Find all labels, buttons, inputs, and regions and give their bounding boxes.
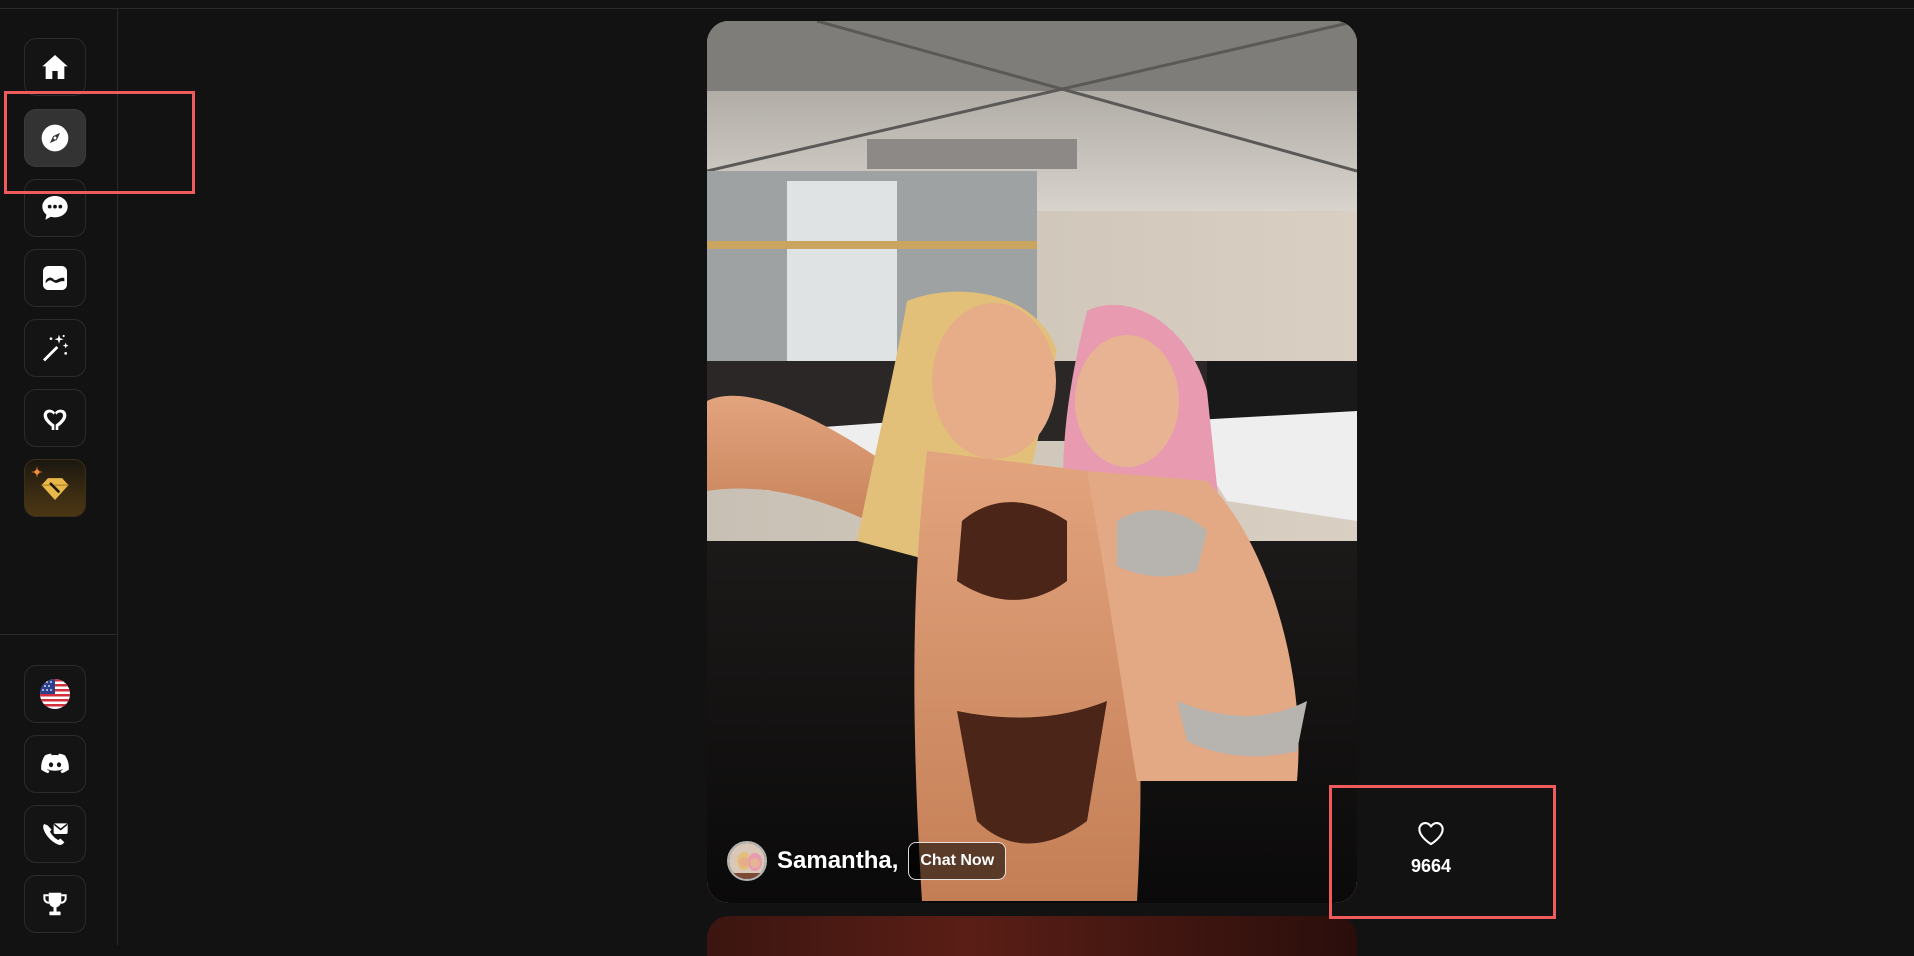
sparkle-icon	[31, 466, 43, 478]
compass-icon	[41, 124, 69, 152]
sidebar-item-generate[interactable]	[24, 319, 86, 377]
sidebar	[0, 9, 118, 945]
avatar-image	[729, 843, 765, 879]
magic-wand-icon	[43, 334, 69, 362]
sidebar-item-my-ai[interactable]	[24, 389, 86, 447]
heart-hands-icon	[43, 409, 67, 430]
sidebar-item-chat[interactable]	[24, 179, 86, 237]
image-icon	[43, 266, 67, 290]
like-control: 9664	[1360, 820, 1502, 877]
character-photo	[707, 21, 1357, 903]
home-icon	[42, 55, 68, 79]
character-card[interactable]: Samantha, Chat Now	[707, 21, 1357, 903]
us-flag-icon	[40, 679, 70, 709]
character-avatar[interactable]	[727, 841, 767, 881]
diamond-icon	[41, 478, 69, 501]
sidebar-item-contact[interactable]	[24, 805, 86, 863]
chat-now-button[interactable]: Chat Now	[908, 842, 1007, 880]
character-name: Samantha,	[777, 847, 899, 874]
discord-icon	[41, 753, 69, 774]
trophy-icon	[43, 892, 67, 916]
next-character-card[interactable]	[707, 916, 1357, 956]
sidebar-item-discord[interactable]	[24, 735, 86, 793]
sidebar-item-language[interactable]	[24, 665, 86, 723]
heart-outline-icon[interactable]	[1417, 820, 1445, 846]
sidebar-divider	[0, 634, 117, 635]
sidebar-item-premium[interactable]	[24, 459, 86, 517]
sidebar-item-explore[interactable]	[24, 109, 86, 167]
sidebar-item-gallery[interactable]	[24, 249, 86, 307]
like-count: 9664	[1410, 856, 1452, 876]
sidebar-item-home[interactable]	[24, 38, 86, 96]
card-footer: Samantha, Chat Now	[727, 841, 1007, 881]
mail-phone-icon	[43, 823, 68, 845]
top-bar	[0, 0, 1914, 9]
chat-bubble-icon	[42, 196, 68, 220]
sidebar-item-leaderboard[interactable]	[24, 875, 86, 933]
